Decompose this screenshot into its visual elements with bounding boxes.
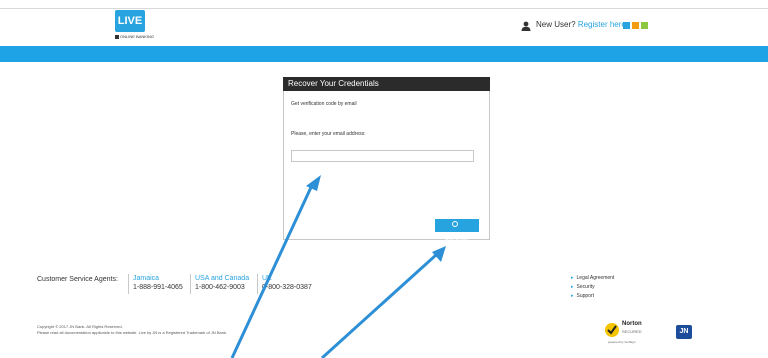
phone-usa-canada: 1-800-462-9003	[195, 284, 245, 291]
theme-square-green[interactable]	[641, 22, 648, 29]
security-label: Security	[576, 284, 595, 290]
support-label: Support	[576, 293, 595, 299]
email-input[interactable]	[291, 150, 474, 162]
email-label: Please, enter your email address:	[291, 131, 366, 137]
new-user-text: New User? Register here.	[536, 20, 628, 29]
security-link[interactable]: ▸ Security	[571, 284, 595, 290]
continue-button[interactable]: Continue	[435, 219, 479, 242]
header-bar	[0, 46, 768, 62]
live-logo[interactable]: LIVE	[115, 10, 145, 32]
arrow-line	[320, 253, 438, 358]
region-usa-canada: USA and Canada	[195, 275, 250, 282]
logo-subtitle: ONLINE BANKING	[115, 34, 154, 39]
customer-service-label: Customer Service Agents:	[37, 276, 118, 283]
new-user-label: New User?	[536, 20, 576, 29]
norton-secured: SECURED	[622, 329, 642, 334]
continue-icon	[452, 221, 458, 228]
norton-badge[interactable]: Norton SECURED powered by VeriSign	[604, 321, 658, 345]
region-jamaica: Jamaica	[133, 275, 160, 282]
bullet-icon: ▸	[571, 293, 574, 299]
divider	[128, 274, 129, 294]
region-uk: UK	[262, 275, 272, 282]
logo-subtitle-text: ONLINE BANKING	[120, 34, 155, 39]
theme-square-orange[interactable]	[632, 22, 639, 29]
legal-agreement-link[interactable]: ▸ Legal Agreement	[571, 275, 614, 281]
legal-agreement-label: Legal Agreement	[576, 275, 615, 281]
register-link[interactable]: Register here.	[578, 20, 628, 29]
arrow-head	[432, 246, 446, 262]
phone-uk: 0-800-328-0387	[262, 284, 312, 291]
support-link[interactable]: ▸ Support	[571, 293, 594, 299]
continue-label: Continue	[444, 236, 469, 242]
divider	[257, 274, 258, 294]
bullet-icon: ▸	[571, 275, 574, 281]
panel-subtitle: Get verification code by email	[291, 101, 357, 107]
checkmark-icon	[605, 323, 619, 337]
panel-title: Recover Your Credentials	[283, 77, 490, 91]
norton-powered: powered by VeriSign	[608, 340, 636, 344]
theme-square-blue[interactable]	[623, 22, 630, 29]
divider	[190, 274, 191, 294]
jn-bank-logo: JN	[676, 325, 692, 339]
norton-name: Norton	[622, 321, 642, 327]
bullet-icon: ▸	[571, 284, 574, 290]
phone-jamaica: 1-888-991-4065	[133, 284, 183, 291]
user-icon	[521, 21, 531, 31]
disclaimer: Please read all documentation applicable…	[37, 330, 228, 335]
top-divider	[0, 8, 768, 9]
copyright: Copyright © 2017 JN Bank. All Rights Res…	[37, 324, 123, 329]
